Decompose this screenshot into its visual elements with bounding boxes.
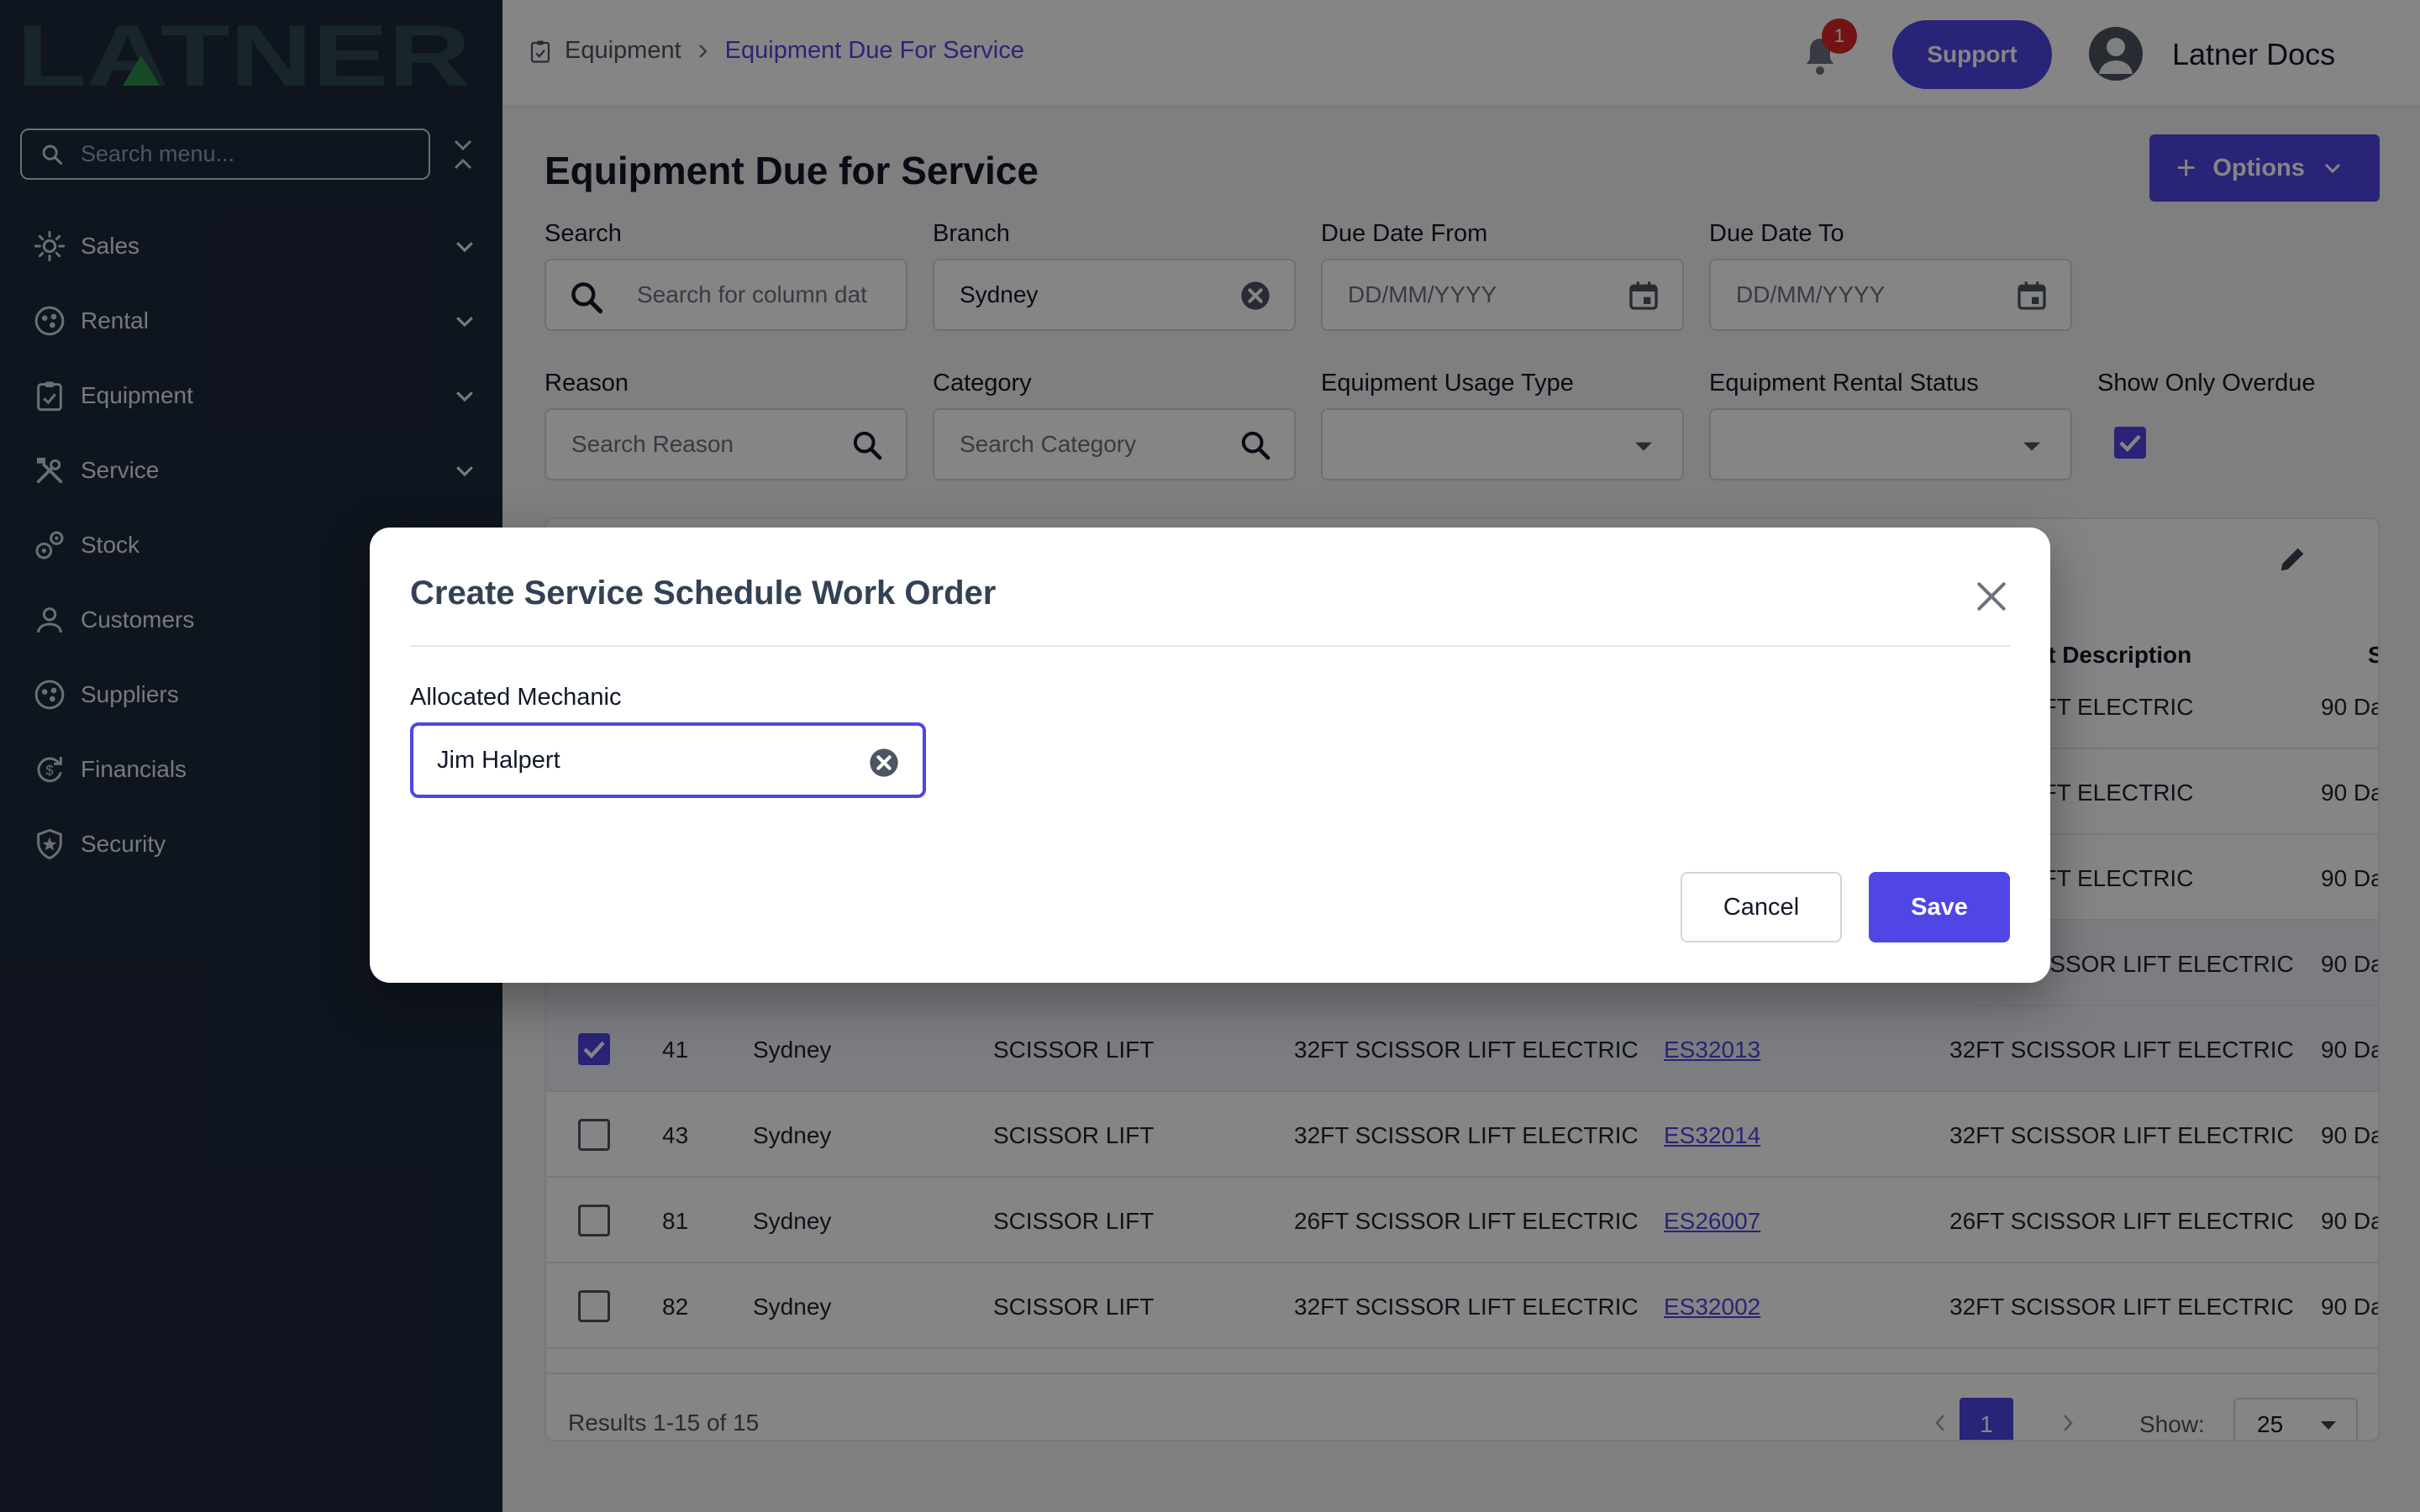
cancel-button[interactable]: Cancel bbox=[1681, 872, 1842, 942]
clear-icon[interactable] bbox=[867, 746, 901, 780]
create-work-order-modal: Create Service Schedule Work Order Alloc… bbox=[370, 528, 2050, 983]
modal-title: Create Service Schedule Work Order bbox=[410, 575, 997, 612]
save-button[interactable]: Save bbox=[1869, 872, 2010, 942]
allocated-mechanic-field[interactable]: Jim Halpert bbox=[410, 722, 926, 798]
allocated-mechanic-value: Jim Halpert bbox=[437, 746, 560, 774]
close-icon[interactable] bbox=[1973, 578, 2010, 615]
modal-divider bbox=[410, 645, 2010, 647]
allocated-mechanic-label: Allocated Mechanic bbox=[410, 684, 622, 711]
